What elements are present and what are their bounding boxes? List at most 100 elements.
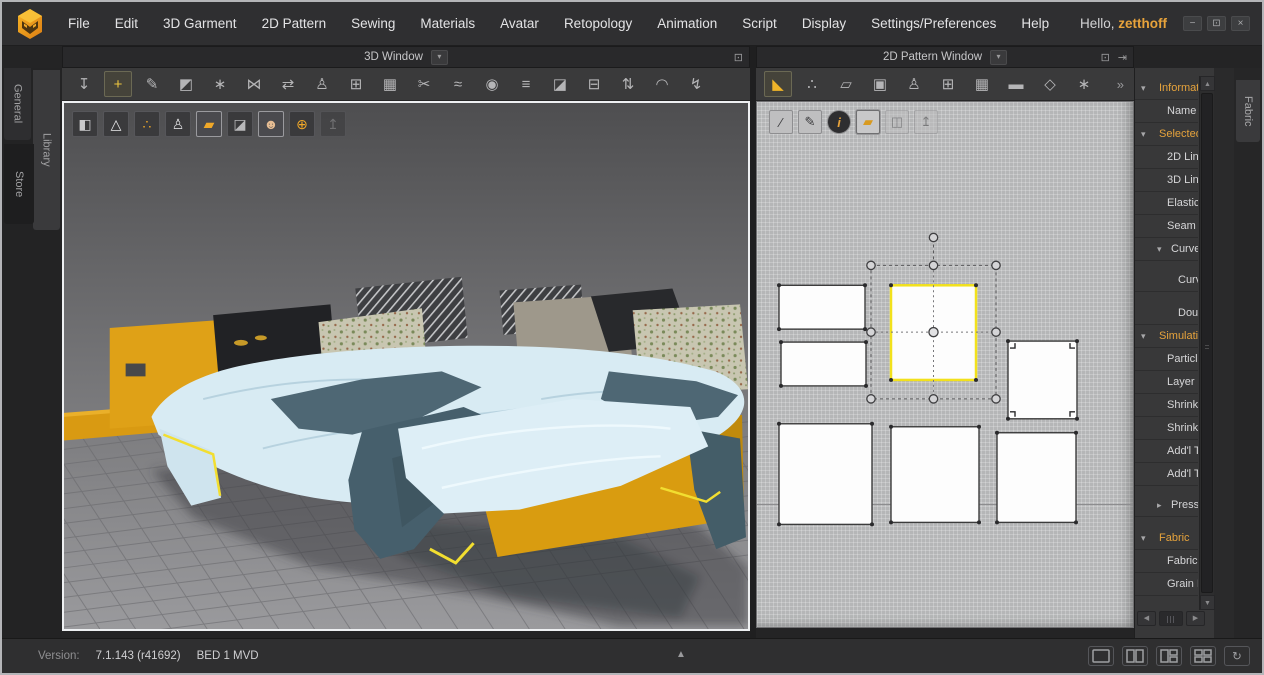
tab-general[interactable]: General: [4, 68, 31, 140]
needle-2d-icon[interactable]: ∕: [769, 110, 793, 134]
symmetric-garment-icon[interactable]: ⋈: [240, 71, 268, 97]
gizmo-center-handle[interactable]: [929, 328, 938, 337]
gizmo-handle[interactable]: [867, 395, 875, 403]
menu-help[interactable]: Help: [1021, 16, 1049, 31]
piece-2-outline[interactable]: [781, 342, 866, 386]
sidebar-item-elastic[interactable]: Elastic: [1135, 192, 1198, 215]
menu-edit[interactable]: Edit: [115, 16, 138, 31]
image-pattern-icon[interactable]: ▣: [866, 71, 894, 97]
pattern-mode-icon[interactable]: ▰: [196, 111, 222, 137]
3d-viewport[interactable]: ◧△∴♙▰◪☻⊕↥: [62, 101, 750, 631]
texture-mode-icon[interactable]: ◪: [227, 111, 253, 137]
garment-mode-icon[interactable]: △: [103, 111, 129, 137]
gizmo-rotation-handle[interactable]: [929, 233, 937, 241]
avatar-mode-icon[interactable]: ♙: [165, 111, 191, 137]
info-2d-icon[interactable]: i: [827, 110, 851, 134]
gizmo-handle[interactable]: [867, 328, 875, 336]
collapse-arrow-icon[interactable]: ▾: [1157, 244, 1167, 255]
piece-7-corner-point[interactable]: [995, 431, 999, 435]
piece-4-outline[interactable]: [1008, 341, 1077, 419]
piece-3-corner-point[interactable]: [974, 283, 978, 287]
sidebar-item-shrinka[interactable]: Shrinka: [1135, 417, 1198, 440]
restore-button[interactable]: ⊡: [1207, 16, 1226, 31]
sidebar-item-particle[interactable]: Particle: [1135, 348, 1198, 371]
piece-3-corner-point[interactable]: [974, 378, 978, 382]
surface-mode-icon[interactable]: ◧: [72, 111, 98, 137]
avatar-skin-mode-icon[interactable]: ☻: [258, 111, 284, 137]
edit-pattern-icon[interactable]: ∴: [798, 71, 826, 97]
gizmo-handle[interactable]: [992, 395, 1000, 403]
piece-1-corner-point[interactable]: [777, 283, 781, 287]
piece-4-corner-point[interactable]: [1006, 339, 1010, 343]
pattern-piece-5[interactable]: [777, 422, 874, 527]
piece-3-corner-point[interactable]: [889, 283, 893, 287]
sidebar-item-selected[interactable]: ▾Selected: [1135, 123, 1198, 146]
simulate-icon[interactable]: ↧: [70, 71, 98, 97]
piece-6-corner-point[interactable]: [977, 520, 981, 524]
avatar-2d-icon[interactable]: ♙: [900, 71, 928, 97]
sidebar-item-curv[interactable]: Curv: [1135, 269, 1198, 292]
button-icon[interactable]: ◉: [478, 71, 506, 97]
sidebar-item-shrinka[interactable]: Shrinka: [1135, 394, 1198, 417]
2d-send-arrow-icon[interactable]: ⇥: [1118, 51, 1127, 64]
fold-arrangement-icon[interactable]: ◪: [546, 71, 574, 97]
statusbar-expand-icon[interactable]: ▲: [676, 649, 686, 660]
sidebar-item-press[interactable]: ▸Press: [1135, 494, 1198, 517]
reset-layout-button[interactable]: ↻: [1224, 646, 1250, 666]
garment-2d-icon[interactable]: ◇: [1036, 71, 1064, 97]
flip-garment-icon[interactable]: ⇄: [274, 71, 302, 97]
sidebar-item-layer[interactable]: Layer: [1135, 371, 1198, 394]
particle-mode-icon[interactable]: ∴: [134, 111, 160, 137]
pleat-icon[interactable]: ⇅: [614, 71, 642, 97]
menu-script[interactable]: Script: [742, 16, 777, 31]
3d-popout-icon[interactable]: ⊡: [734, 51, 743, 64]
piece-5-outline[interactable]: [779, 424, 872, 525]
piece-6-corner-point[interactable]: [889, 520, 893, 524]
gizmo-handle[interactable]: [867, 261, 875, 269]
3d-window-preset-dropdown[interactable]: ▾: [431, 50, 448, 65]
2d-canvas[interactable]: ∕✎i▰◫↥: [756, 101, 1134, 628]
pin-2d-icon[interactable]: ∗: [1070, 71, 1098, 97]
sidebar-item-2d-line[interactable]: 2D Line: [1135, 146, 1198, 169]
piece-4-corner-point[interactable]: [1075, 417, 1079, 421]
hscroll-thumb[interactable]: [1159, 611, 1183, 626]
scroll-down-button[interactable]: ▼: [1200, 595, 1215, 610]
single-view-button[interactable]: [1088, 646, 1114, 666]
menu-avatar[interactable]: Avatar: [500, 16, 539, 31]
gizmo-handle[interactable]: [992, 261, 1000, 269]
pen-select-icon[interactable]: ✎: [138, 71, 166, 97]
sidebar-item-seam-t[interactable]: Seam T: [1135, 215, 1198, 238]
piece-7-corner-point[interactable]: [995, 520, 999, 524]
pattern-piece-2[interactable]: [779, 340, 868, 388]
collapse-arrow-icon[interactable]: ▸: [1157, 500, 1167, 511]
polygon-pattern-icon[interactable]: ▱: [832, 71, 860, 97]
pattern-mode-2d-icon[interactable]: ▰: [856, 110, 880, 134]
drag-garment-icon[interactable]: ◩: [172, 71, 200, 97]
sidebar-item-3d-line[interactable]: 3D Line: [1135, 169, 1198, 192]
gizmo-handle[interactable]: [992, 328, 1000, 336]
menu-settings-preferences[interactable]: Settings/Preferences: [871, 16, 996, 31]
menu-materials[interactable]: Materials: [420, 16, 475, 31]
pattern-piece-6[interactable]: [889, 425, 981, 525]
move-pattern-3d-icon[interactable]: ⊞: [342, 71, 370, 97]
pattern-piece-4[interactable]: [1006, 339, 1079, 421]
bake-mode-icon[interactable]: ↥: [320, 111, 346, 137]
grid-2d-icon[interactable]: ▦: [968, 71, 996, 97]
piece-1-outline[interactable]: [779, 285, 865, 329]
collapse-arrow-icon[interactable]: ▾: [1141, 83, 1151, 94]
menu-sewing[interactable]: Sewing: [351, 16, 395, 31]
pin-garment-2d-icon[interactable]: ✎: [798, 110, 822, 134]
scroll-up-button[interactable]: ▲: [1200, 76, 1215, 91]
sidebar-item-informat[interactable]: ▾Informat: [1135, 77, 1198, 100]
piece-2-corner-point[interactable]: [864, 384, 868, 388]
piece-7-corner-point[interactable]: [1074, 520, 1078, 524]
piece-7-outline[interactable]: [997, 433, 1076, 523]
piece-5-corner-point[interactable]: [777, 422, 781, 426]
cut-sew-icon[interactable]: ✂: [410, 71, 438, 97]
sidebar-item-fabric[interactable]: Fabric: [1135, 550, 1198, 573]
quad-view-button[interactable]: [1190, 646, 1216, 666]
piece-6-corner-point[interactable]: [889, 425, 893, 429]
sidebar-item-add-l-t[interactable]: Add'l T: [1135, 463, 1198, 486]
pose-icon[interactable]: ↯: [682, 71, 710, 97]
2d-popout-icon[interactable]: ⊡: [1101, 51, 1110, 64]
